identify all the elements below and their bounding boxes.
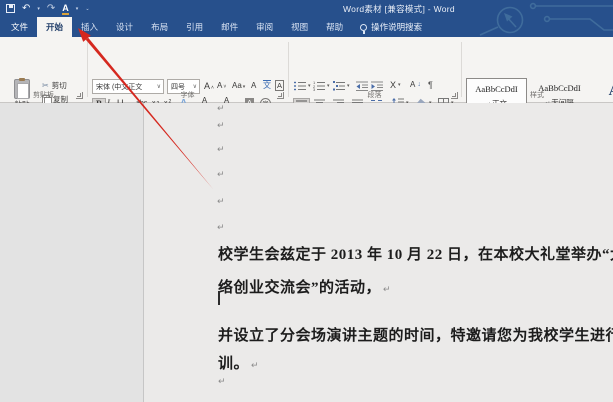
scissors-icon: ✂: [42, 81, 49, 90]
tab-references[interactable]: 引用: [177, 17, 212, 37]
text-cursor: [218, 291, 220, 305]
paragraph-mark: ↵: [217, 197, 225, 207]
group-separator: [87, 42, 88, 97]
paragraph-mark: ↵: [217, 121, 225, 131]
tab-file[interactable]: 文件: [0, 17, 37, 37]
document-text-line: 络创业交流会”的活动，↵: [218, 276, 391, 297]
asian-layout-icon: X: [390, 80, 396, 90]
paragraph-group-label: 段落: [288, 90, 461, 100]
asian-layout-button[interactable]: X▾: [390, 80, 401, 90]
ink-annotate-icon[interactable]: A: [62, 3, 69, 15]
text-run: 训。: [218, 356, 249, 372]
sort-arrow-icon: ↓: [417, 81, 421, 88]
styles-group-label: 样式: [461, 90, 613, 100]
save-icon[interactable]: [6, 4, 15, 13]
text-run: 校学生会兹定于 2013 年 10 月 22 日，在本校大礼堂举办“大学生网: [218, 247, 613, 263]
tab-help[interactable]: 帮助: [317, 17, 352, 37]
tab-review[interactable]: 审阅: [247, 17, 282, 37]
shrink-font-icon: A: [217, 81, 222, 90]
font-name-dropdown-icon[interactable]: ∨: [157, 83, 161, 90]
font-dialog-launcher-icon[interactable]: [277, 92, 284, 99]
document-text-line: 校学生会兹定于 2013 年 10 月 22 日，在本校大礼堂举办“大学生网: [218, 243, 613, 264]
text-run: 络创业交流会”的活动，: [218, 280, 381, 296]
ink-dropdown-icon[interactable]: ▾: [76, 6, 79, 12]
tab-mailings[interactable]: 邮件: [212, 17, 247, 37]
title-bar: ↶ ▾ ↷ A ▾ ⌄ Word素材 [兼容模式] - Word: [0, 0, 613, 17]
show-hide-marks-button[interactable]: ¶: [428, 80, 433, 90]
tab-view[interactable]: 视图: [282, 17, 317, 37]
undo-icon[interactable]: ↶: [22, 1, 30, 16]
sort-button[interactable]: A↓: [410, 80, 421, 89]
font-group-label: 字体: [87, 90, 288, 100]
paragraph-mark: ↵: [217, 170, 225, 180]
pilcrow-icon: ¶: [428, 80, 433, 90]
undo-dropdown-icon[interactable]: ▾: [37, 6, 40, 12]
paragraph-mark: ↵: [217, 145, 225, 155]
text-run: 并设立了分会场演讲主题的时间，特邀请您为我校学生进行指导和培: [218, 328, 613, 344]
ribbon-tab-bar: 文件 开始 插入 设计 布局 引用 邮件 审阅 视图 帮助 操作说明搜索: [0, 17, 613, 37]
document-area[interactable]: ↵ ↵ ↵ ↵ ↵ ↵ 校学生会兹定于 2013 年 10 月 22 日，在本校…: [0, 103, 613, 402]
paragraph-mark: ↵: [383, 284, 391, 294]
paragraph-mark: ↵: [251, 360, 259, 370]
phonetic-guide-icon: 文: [263, 80, 271, 90]
change-case-icon: Aa: [232, 81, 242, 90]
phonetic-guide-button[interactable]: 文: [263, 80, 271, 90]
tell-me-label: 操作说明搜索: [371, 21, 422, 33]
paragraph-mark: ↵: [217, 223, 225, 233]
tab-design[interactable]: 设计: [107, 17, 142, 37]
tab-layout[interactable]: 布局: [142, 17, 177, 37]
paragraph-mark: ↵: [217, 104, 225, 114]
paragraph-dialog-launcher-icon[interactable]: [451, 92, 458, 99]
document-text-line: 训。↵: [218, 352, 259, 373]
change-case-button[interactable]: Aa▾: [232, 81, 245, 90]
document-text-line: 并设立了分会场演讲主题的时间，特邀请您为我校学生进行指导和培: [218, 324, 613, 345]
sort-icon: A: [410, 80, 415, 89]
redo-icon[interactable]: ↷: [47, 1, 55, 16]
clipboard-group-label: 剪贴板: [0, 90, 87, 100]
customize-qat-icon[interactable]: ⌄: [85, 6, 89, 12]
quick-access-toolbar: ↶ ▾ ↷ A ▾ ⌄: [6, 1, 90, 16]
word-window: ↶ ▾ ↷ A ▾ ⌄ Word素材 [兼容模式] - Word 文件 开始 插…: [0, 0, 613, 402]
tab-home[interactable]: 开始: [37, 17, 72, 37]
lightbulb-icon: [360, 24, 367, 31]
tell-me-search[interactable]: 操作说明搜索: [360, 17, 422, 37]
clear-formatting-icon: A: [251, 81, 256, 90]
shrink-font-button[interactable]: A˅: [217, 81, 226, 90]
ribbon: 粘贴 ▾ ✂ 剪切 复制 格式刷 剪贴板 宋体 (中文正文 ∨ 四号 ∨ A˄: [0, 37, 613, 103]
window-title: Word素材 [兼容模式] - Word: [343, 3, 455, 15]
font-size-dropdown-icon[interactable]: ∨: [193, 83, 197, 90]
clipboard-dialog-launcher-icon[interactable]: [76, 92, 83, 99]
tab-insert[interactable]: 插入: [72, 17, 107, 37]
paragraph-mark: ↵: [218, 377, 226, 387]
